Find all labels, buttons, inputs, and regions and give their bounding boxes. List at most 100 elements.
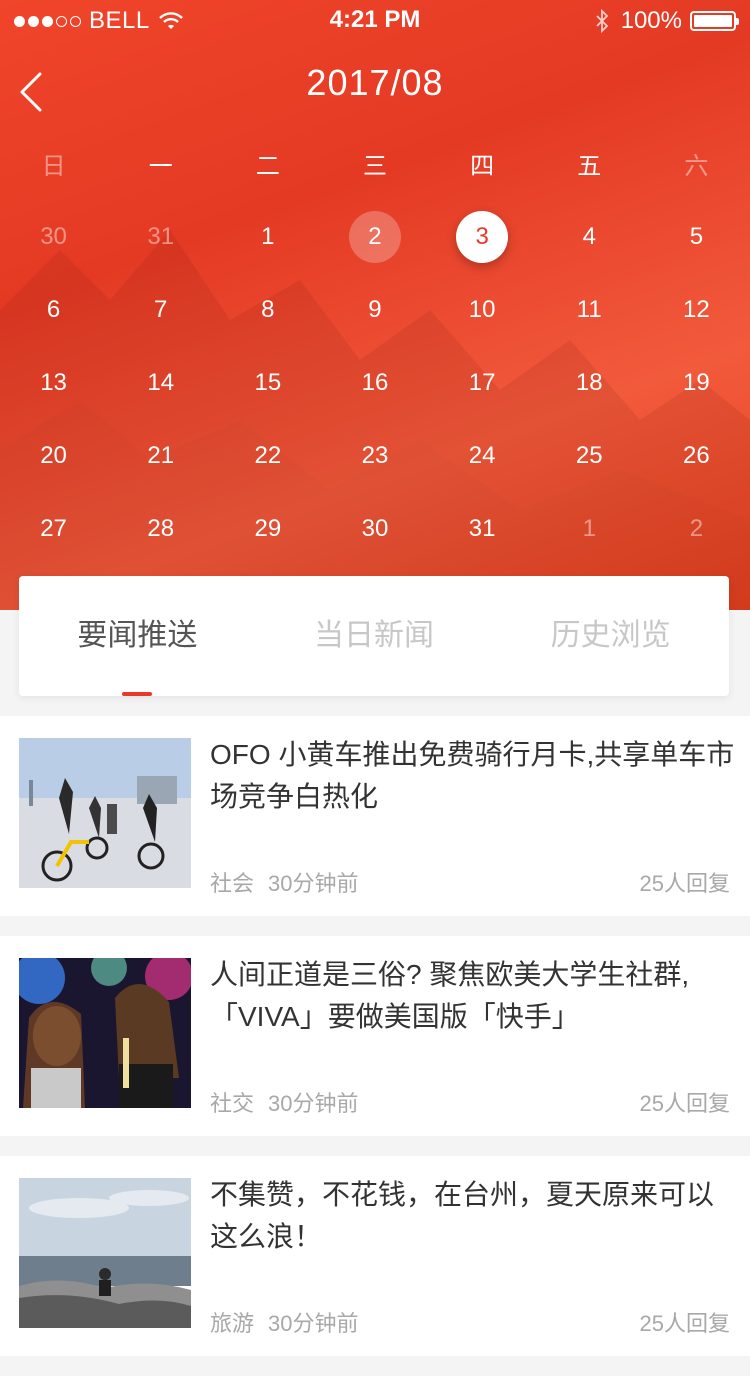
calendar-day[interactable]: 30 <box>321 492 428 565</box>
calendar-day[interactable]: 14 <box>107 346 214 419</box>
calendar-day[interactable]: 21 <box>107 419 214 492</box>
calendar-day[interactable]: 12 <box>643 273 750 346</box>
day-number: 18 <box>575 368 603 396</box>
calendar-day-today[interactable]: 2 <box>321 200 428 273</box>
news-meta: 社交 30分钟前 <box>210 1086 359 1118</box>
weekday-sat: 六 <box>684 153 709 180</box>
day-number: 28 <box>147 514 175 542</box>
calendar-day[interactable]: 27 <box>0 492 107 565</box>
news-thumbnail-bikes <box>19 738 191 888</box>
news-thumbnail-seaside <box>19 1178 191 1328</box>
calendar-day[interactable]: 2 <box>643 492 750 565</box>
news-time: 30分钟前 <box>268 1091 359 1116</box>
calendar-day[interactable]: 16 <box>321 346 428 419</box>
calendar-day[interactable]: 6 <box>0 273 107 346</box>
day-number: 1 <box>582 514 596 542</box>
calendar-day-selected[interactable]: 3 <box>429 200 536 273</box>
day-number: 15 <box>254 368 282 396</box>
day-number: 11 <box>576 295 602 323</box>
day-number: 3 <box>456 210 509 263</box>
day-number: 25 <box>575 441 603 469</box>
news-replies: 25人回复 <box>639 1311 730 1336</box>
news-item[interactable]: 不集赞，不花钱，在台州，夏天原来可以这么浪！ 旅游 30分钟前 25人回复 <box>0 1156 750 1356</box>
tab-bar: 要闻推送 当日新闻 历史浏览 <box>19 576 729 696</box>
day-number: 22 <box>254 441 282 469</box>
calendar-day[interactable]: 10 <box>429 273 536 346</box>
calendar-day[interactable]: 28 <box>107 492 214 565</box>
calendar-day[interactable]: 26 <box>643 419 750 492</box>
day-number: 10 <box>468 295 496 323</box>
calendar-day[interactable]: 25 <box>536 419 643 492</box>
weekday-sun: 日 <box>41 153 66 180</box>
day-number: 4 <box>582 222 596 250</box>
tab-history[interactable]: 历史浏览 <box>492 576 729 696</box>
calendar-day[interactable]: 23 <box>321 419 428 492</box>
news-item[interactable]: OFO 小黄车推出免费骑行月卡,共享单车市场竞争白热化 社会 30分钟前 25人回… <box>0 716 750 916</box>
calendar-day[interactable]: 1 <box>536 492 643 565</box>
calendar-day[interactable]: 22 <box>214 419 321 492</box>
day-number: 27 <box>40 514 67 542</box>
day-number: 31 <box>468 514 496 542</box>
news-replies: 25人回复 <box>639 1091 730 1116</box>
tab-daily-news[interactable]: 当日新闻 <box>256 576 493 696</box>
news-category: 旅游 <box>210 1311 255 1336</box>
day-number: 14 <box>147 368 175 396</box>
news-category: 社交 <box>210 1091 255 1116</box>
calendar-day[interactable]: 30 <box>0 200 107 273</box>
day-number: 9 <box>368 295 382 323</box>
day-number: 24 <box>468 441 496 469</box>
calendar-week: 27 28 29 30 31 1 2 <box>0 492 750 565</box>
day-number: 16 <box>361 368 389 396</box>
calendar-day[interactable]: 24 <box>429 419 536 492</box>
day-number: 8 <box>261 295 275 323</box>
day-number: 6 <box>46 295 61 323</box>
weekday-fri: 五 <box>577 153 602 180</box>
news-title: 人间正道是三俗? 聚焦欧美大学生社群,「VIVA」要做美国版「快手」 <box>210 959 690 1032</box>
day-number: 30 <box>361 514 389 542</box>
battery-icon <box>690 11 739 31</box>
weekday-thu: 四 <box>470 153 495 180</box>
day-number: 23 <box>361 441 389 469</box>
day-number: 20 <box>40 441 67 469</box>
battery-percent: 100% <box>620 7 682 34</box>
calendar-week: 30 31 1 2 3 4 5 <box>0 200 750 273</box>
news-title: OFO 小黄车推出免费骑行月卡,共享单车市场竞争白热化 <box>210 739 735 812</box>
news-thumbnail-party <box>19 958 191 1108</box>
day-number: 12 <box>683 295 710 323</box>
weekday-mon: 一 <box>148 153 173 180</box>
day-number: 19 <box>683 368 710 396</box>
calendar-week: 20 21 22 23 24 25 26 <box>0 419 750 492</box>
calendar-day[interactable]: 19 <box>643 346 750 419</box>
calendar-day[interactable]: 18 <box>536 346 643 419</box>
calendar-day[interactable]: 13 <box>0 346 107 419</box>
tab-headline-push[interactable]: 要闻推送 <box>19 576 256 696</box>
calendar-header: BELL 4:21 PM 100% 2017/08 日 一 二 三 四 五 六 <box>0 0 750 610</box>
calendar-day[interactable]: 31 <box>429 492 536 565</box>
news-time: 30分钟前 <box>268 871 359 896</box>
news-replies: 25人回复 <box>639 871 730 896</box>
calendar-day[interactable]: 4 <box>536 200 643 273</box>
calendar-day[interactable]: 1 <box>214 200 321 273</box>
calendar-day[interactable]: 8 <box>214 273 321 346</box>
calendar-day[interactable]: 20 <box>0 419 107 492</box>
calendar-day[interactable]: 29 <box>214 492 321 565</box>
calendar-day[interactable]: 5 <box>643 200 750 273</box>
weekday-tue: 二 <box>255 153 280 180</box>
news-list: OFO 小黄车推出免费骑行月卡,共享单车市场竞争白热化 社会 30分钟前 25人回… <box>0 716 750 1376</box>
calendar-day[interactable]: 15 <box>214 346 321 419</box>
day-number: 2 <box>689 514 704 542</box>
day-number: 31 <box>147 222 175 250</box>
news-item[interactable]: 人间正道是三俗? 聚焦欧美大学生社群,「VIVA」要做美国版「快手」 社交 30分… <box>0 936 750 1136</box>
calendar-day[interactable]: 9 <box>321 273 428 346</box>
calendar-day[interactable]: 7 <box>107 273 214 346</box>
day-number: 7 <box>154 295 168 323</box>
day-number: 13 <box>40 368 67 396</box>
bluetooth-icon <box>595 9 608 33</box>
calendar-day[interactable]: 31 <box>107 200 214 273</box>
news-title: 不集赞，不花钱，在台州，夏天原来可以这么浪！ <box>210 1179 715 1252</box>
calendar-day[interactable]: 11 <box>536 273 643 346</box>
news-category: 社会 <box>210 871 255 896</box>
status-bar: BELL 4:21 PM 100% <box>0 0 750 40</box>
calendar-day[interactable]: 17 <box>429 346 536 419</box>
weekday-wed: 三 <box>362 153 387 180</box>
